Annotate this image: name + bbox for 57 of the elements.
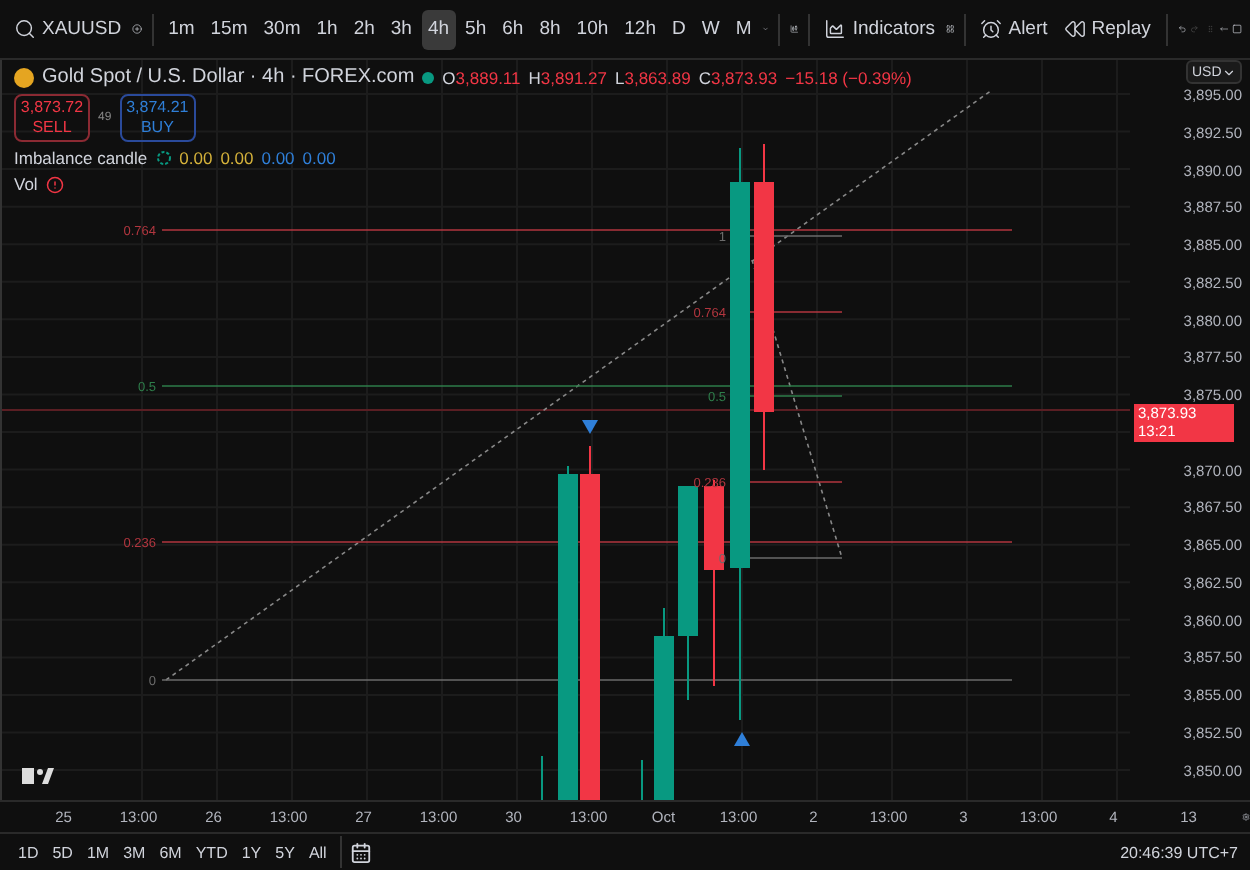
timeframe-tab[interactable]: 5h <box>459 9 493 49</box>
range-button[interactable]: 1D <box>12 832 45 870</box>
ohlc-value: H3,891.27 <box>528 67 607 87</box>
indicator-value: 0.00 <box>302 148 336 168</box>
symbol-title: Gold Spot / U.S. Dollar · 4h · FOREX.com <box>42 66 415 88</box>
settings-icon[interactable] <box>1242 808 1250 826</box>
error-icon <box>45 175 64 193</box>
indicator-value: 0.00 <box>220 148 254 168</box>
indicator-value: 0.00 <box>179 148 213 168</box>
range-button[interactable]: 1Y <box>235 832 268 870</box>
calendar-icon[interactable] <box>350 841 373 863</box>
timeframe-tab[interactable]: 1m <box>162 9 201 49</box>
timeframe-tab[interactable]: 3h <box>384 9 418 49</box>
sell-button[interactable]: 3,873.72 SELL <box>14 94 90 142</box>
timeframe-tab[interactable]: 30m <box>257 9 307 49</box>
chevron-down-icon <box>1222 65 1236 79</box>
chart-icon <box>824 18 847 40</box>
ohlc-value: O3,889.11 <box>442 67 521 87</box>
replay-button[interactable]: Replay <box>1057 9 1157 49</box>
market-open-dot-icon <box>422 71 435 83</box>
indicator-name: Imbalance candle <box>14 148 148 168</box>
timeframe-tab[interactable]: 6h <box>496 9 530 49</box>
timeframe-tab[interactable]: D <box>666 9 692 49</box>
range-button[interactable]: 5D <box>46 832 79 870</box>
volume-label: Vol <box>14 174 38 194</box>
ohlc-value: L3,863.89 <box>615 67 691 87</box>
timeframe-tab[interactable]: 10h <box>570 9 615 49</box>
timeframe-tab[interactable]: 15m <box>204 9 254 49</box>
ohlc-value: C3,873.93 <box>698 67 778 87</box>
alarm-clock-icon <box>980 18 1003 40</box>
rewind-icon <box>1063 18 1086 40</box>
triangle-up-icon <box>734 732 750 746</box>
settings-ring-icon <box>155 150 172 166</box>
tradingview-logo-icon <box>22 768 54 784</box>
timeframe-tab[interactable]: 12h <box>618 9 662 49</box>
range-button[interactable]: 5Y <box>269 832 301 870</box>
range-button[interactable]: 6M <box>153 832 188 870</box>
timeframe-tab[interactable]: 1h <box>310 9 344 49</box>
timeframe-tab[interactable]: 4h <box>421 9 456 49</box>
indicator-value: 0.00 <box>261 148 295 168</box>
range-button[interactable]: All <box>302 832 333 870</box>
timeframe-tab[interactable]: 8h <box>533 9 567 49</box>
range-button[interactable]: 1M <box>80 832 116 870</box>
timeframe-tab[interactable]: 2h <box>347 9 381 49</box>
alert-button[interactable]: Alert <box>974 9 1054 49</box>
price-change: −15.18 (−0.39%) <box>785 67 912 87</box>
indicators-button[interactable]: Indicators <box>818 9 942 49</box>
clock: 20:46:39 UTC+7 <box>1120 843 1238 861</box>
timeframe-tab[interactable]: M <box>729 9 758 49</box>
search-icon <box>14 18 36 40</box>
triangle-down-icon <box>582 420 598 434</box>
coin-icon <box>14 67 34 87</box>
range-button[interactable]: 3M <box>117 832 152 870</box>
symbol-search[interactable]: XAUUSD <box>8 9 128 49</box>
timeframe-tab[interactable]: W <box>695 9 726 49</box>
buy-button[interactable]: 3,874.21 BUY <box>119 94 196 142</box>
range-button[interactable]: YTD <box>189 832 234 870</box>
